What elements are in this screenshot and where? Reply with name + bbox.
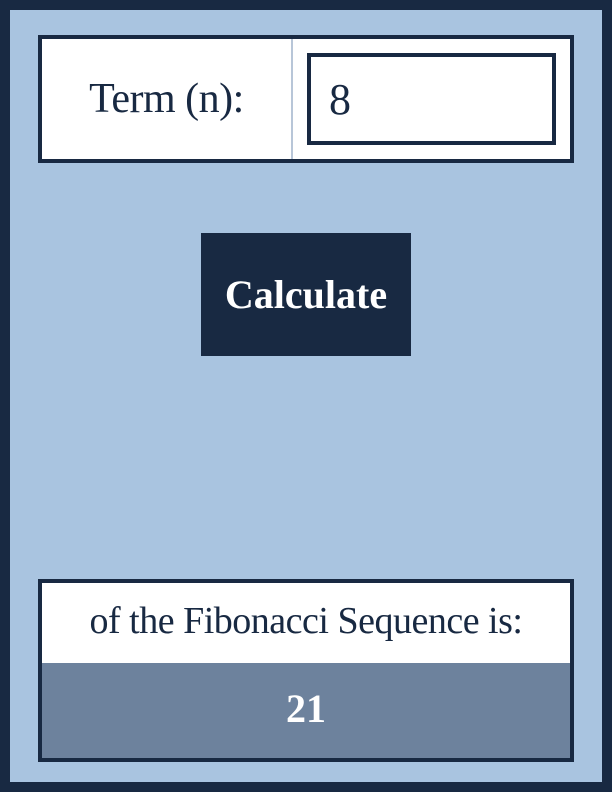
term-input[interactable]	[307, 53, 556, 145]
result-section: of the Fibonacci Sequence is: 21	[38, 579, 574, 762]
term-input-section: Term (n):	[38, 35, 574, 163]
term-input-label-cell: Term (n):	[42, 39, 293, 159]
calculate-button[interactable]: Calculate	[201, 233, 411, 356]
result-label: of the Fibonacci Sequence is:	[90, 600, 523, 642]
result-value-row: 21	[42, 663, 570, 758]
term-input-label: Term (n):	[89, 75, 244, 123]
result-label-row: of the Fibonacci Sequence is:	[42, 583, 570, 663]
button-section: Calculate	[38, 233, 574, 356]
spacer	[38, 356, 574, 579]
result-value: 21	[286, 686, 326, 731]
term-input-value-cell	[293, 39, 570, 159]
